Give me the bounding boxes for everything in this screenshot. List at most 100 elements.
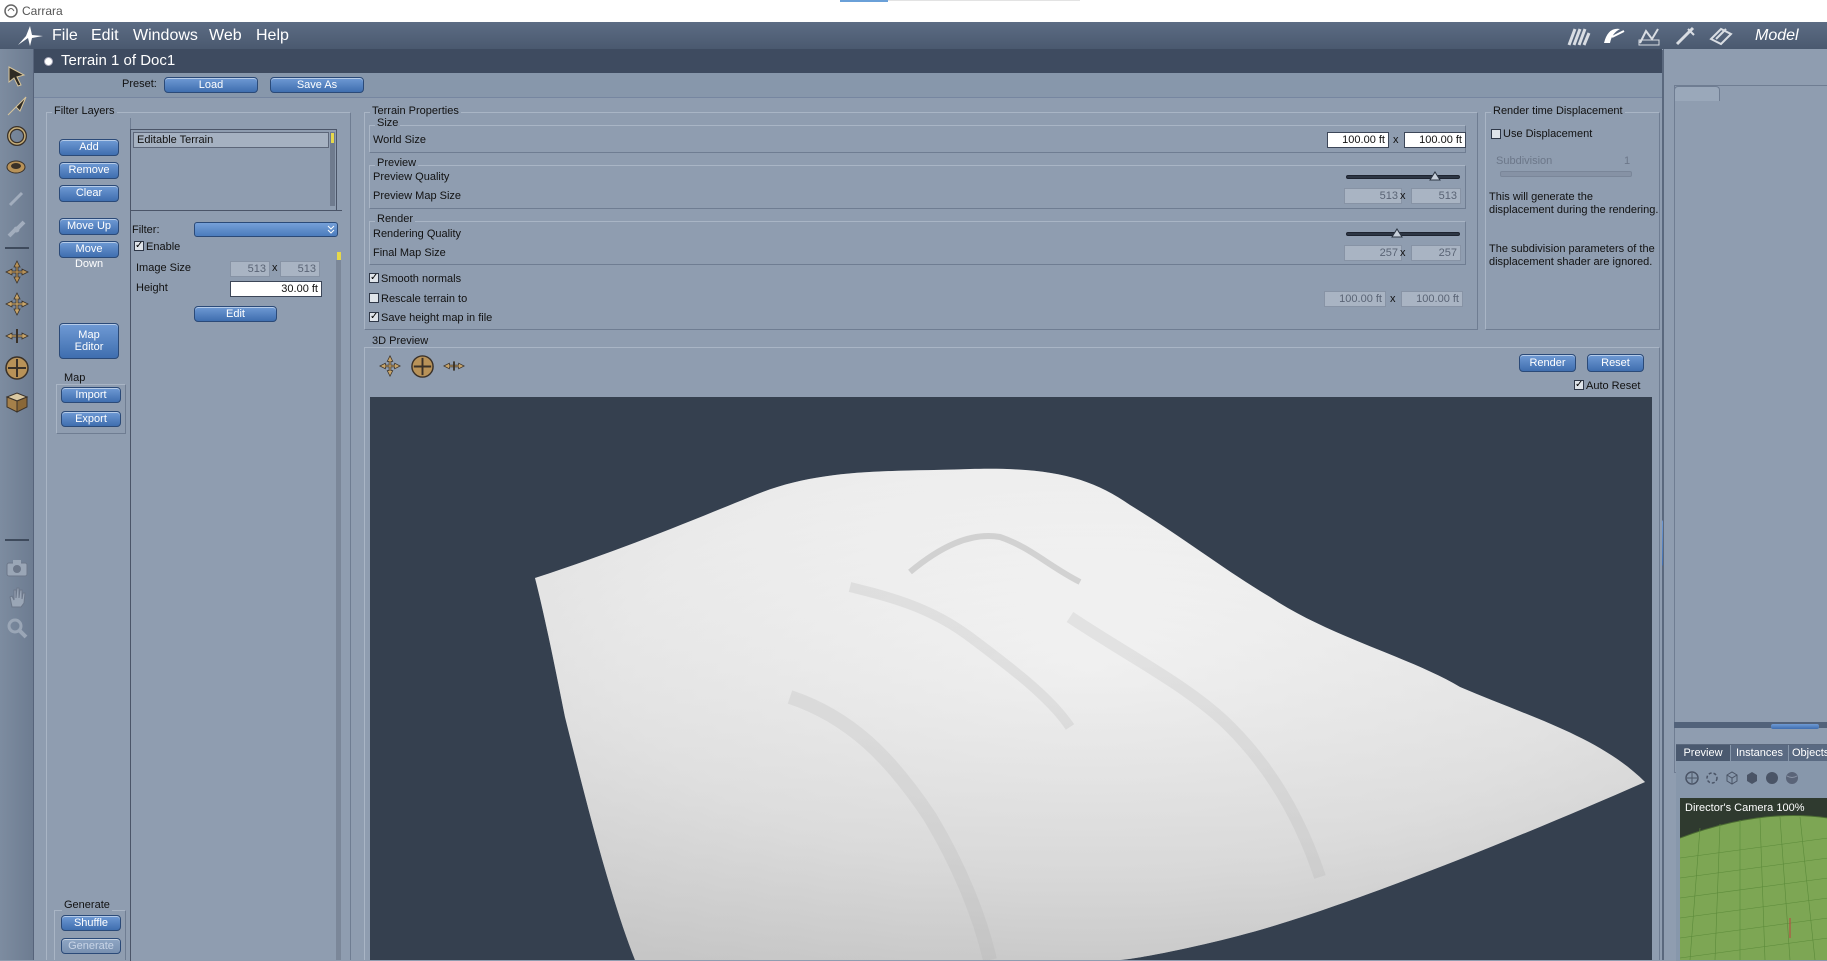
preview-map-height-field[interactable]: 513 <box>1411 188 1461 204</box>
shaded-cube-icon[interactable] <box>1744 770 1760 786</box>
filter-dropdown[interactable] <box>194 222 338 237</box>
add-layer-button[interactable]: Add <box>59 139 119 156</box>
window-title: Carrara <box>22 4 63 18</box>
tab-instances[interactable]: Instances <box>1731 745 1788 761</box>
map-editor-label-line2: Editor <box>74 341 104 353</box>
smooth-normals-checkbox[interactable]: ✓ <box>369 273 379 283</box>
hand-pan-icon[interactable] <box>4 585 30 611</box>
scene-preview-viewport[interactable]: Director's Camera 100% <box>1680 798 1827 960</box>
enable-checkbox[interactable]: ✓ <box>134 241 144 251</box>
menu-windows[interactable]: Windows <box>133 27 198 45</box>
preview-dolly-icon[interactable] <box>442 354 466 378</box>
layer-list[interactable]: Editable Terrain <box>130 129 337 211</box>
room-assemble-icon[interactable] <box>1565 25 1591 47</box>
menu-web[interactable]: Web <box>209 27 242 45</box>
camera-icon[interactable] <box>4 555 30 581</box>
preset-bar: Preset: Load Save As <box>34 73 1662 98</box>
map-editor-button[interactable]: Map Editor <box>59 323 119 359</box>
options-scrollbar[interactable] <box>336 260 341 960</box>
dolly-icon[interactable] <box>4 389 30 415</box>
textured-sphere-icon[interactable] <box>1784 770 1800 786</box>
height-field[interactable]: 30.00 ft <box>230 281 322 297</box>
pencil-tool-icon[interactable] <box>4 185 30 211</box>
move-tool-icon[interactable] <box>4 93 30 119</box>
move-down-button[interactable]: Move Down <box>59 241 119 270</box>
layer-list-scroll-marker <box>331 133 334 143</box>
export-map-button[interactable]: Export <box>61 411 121 427</box>
generate-group-title: Generate <box>62 899 112 911</box>
rendering-quality-slider-knob[interactable] <box>1391 228 1403 238</box>
world-size-width-field[interactable]: 100.00 ft <box>1327 132 1389 148</box>
zoom-magnifier-icon[interactable] <box>4 615 30 641</box>
menu-edit[interactable]: Edit <box>91 27 119 45</box>
final-map-height-field[interactable]: 257 <box>1411 245 1461 261</box>
preview-rotate-small-icon[interactable] <box>1704 770 1720 786</box>
rescale-width-field[interactable]: 100.00 ft <box>1324 291 1386 307</box>
tab-objects[interactable]: Objects <box>1789 745 1827 761</box>
camera-label: Director's Camera 100% <box>1685 802 1805 814</box>
preview-trackball-icon[interactable] <box>410 354 435 379</box>
move-xy-icon[interactable] <box>4 259 30 285</box>
preview-quality-slider[interactable] <box>1346 175 1460 179</box>
room-storyboard-icon[interactable] <box>1636 25 1662 47</box>
rescale-terrain-checkbox[interactable] <box>369 293 379 303</box>
rotate-tool-icon[interactable] <box>4 123 30 149</box>
room-texture-icon[interactable] <box>1672 25 1698 47</box>
shuffle-button[interactable]: Shuffle <box>61 915 121 931</box>
final-map-width-field[interactable]: 257 <box>1344 245 1402 261</box>
render-settings-group <box>369 221 1466 265</box>
menu-help[interactable]: Help <box>256 27 289 45</box>
terrain-3d-viewport[interactable] <box>370 397 1652 960</box>
browser-tab[interactable] <box>1674 86 1720 101</box>
preview-quality-slider-knob[interactable] <box>1429 171 1441 181</box>
tab-preview[interactable]: Preview <box>1676 745 1730 761</box>
filter-layers-title: Filter Layers <box>52 105 117 117</box>
layer-list-item[interactable]: Editable Terrain <box>133 132 329 148</box>
link-tool-icon[interactable] <box>4 217 30 243</box>
selection-arrow-icon[interactable] <box>4 63 30 89</box>
remove-layer-button[interactable]: Remove <box>59 162 119 179</box>
wireframe-cube-icon[interactable] <box>1724 770 1740 786</box>
trackball-icon[interactable] <box>4 355 30 381</box>
menu-file[interactable]: File <box>52 27 78 45</box>
move-yz-icon[interactable] <box>4 323 30 349</box>
move-up-button[interactable]: Move Up <box>59 218 119 235</box>
shaded-sphere-icon[interactable] <box>1764 770 1780 786</box>
use-displacement-checkbox[interactable] <box>1491 129 1501 139</box>
menu-bar: File Edit Windows Web Help Model <box>0 22 1827 49</box>
save-height-map-checkbox[interactable]: ✓ <box>369 312 379 322</box>
image-size-height-field[interactable]: 513 <box>280 261 320 277</box>
panel-divider-handle[interactable] <box>1771 724 1819 729</box>
world-size-height-field[interactable]: 100.00 ft <box>1404 132 1466 148</box>
image-size-label: Image Size <box>136 262 192 274</box>
scale-tool-icon[interactable] <box>4 153 30 179</box>
edit-filter-button[interactable]: Edit <box>194 306 277 322</box>
clear-layers-button[interactable]: Clear <box>59 185 119 202</box>
room-render-icon[interactable] <box>1708 25 1734 47</box>
move-xz-icon[interactable] <box>4 291 30 317</box>
toolbar-divider <box>5 247 29 249</box>
preset-save-as-button[interactable]: Save As <box>270 77 364 93</box>
preview-move-small-icon[interactable] <box>1684 770 1700 786</box>
generate-button[interactable]: Generate <box>61 938 121 954</box>
render-time-note-1: This will generate the displacement duri… <box>1489 191 1659 216</box>
preview-quality-label: Preview Quality <box>373 171 450 183</box>
collapse-dot-icon[interactable] <box>44 57 53 66</box>
reset-preview-button[interactable]: Reset <box>1587 354 1644 372</box>
import-map-button[interactable]: Import <box>61 387 121 403</box>
preset-load-button[interactable]: Load <box>164 77 258 93</box>
subdivision-value: 1 <box>1624 155 1631 167</box>
preview-move-icon[interactable] <box>378 354 402 378</box>
rescale-height-field[interactable]: 100.00 ft <box>1401 291 1463 307</box>
layer-list-scrollbar[interactable] <box>330 132 335 206</box>
render-preview-button[interactable]: Render <box>1519 354 1576 372</box>
preview-map-width-field[interactable]: 513 <box>1344 188 1402 204</box>
carrara-logo-icon[interactable] <box>16 25 44 47</box>
filter-label: Filter: <box>132 224 160 236</box>
auto-reset-checkbox[interactable]: ✓ <box>1574 380 1584 390</box>
image-size-width-field[interactable]: 513 <box>230 261 270 277</box>
subdivision-slider[interactable] <box>1500 171 1632 177</box>
rendering-quality-slider[interactable] <box>1346 232 1460 236</box>
enable-label: Enable <box>146 241 181 253</box>
room-model-icon[interactable] <box>1600 25 1626 47</box>
